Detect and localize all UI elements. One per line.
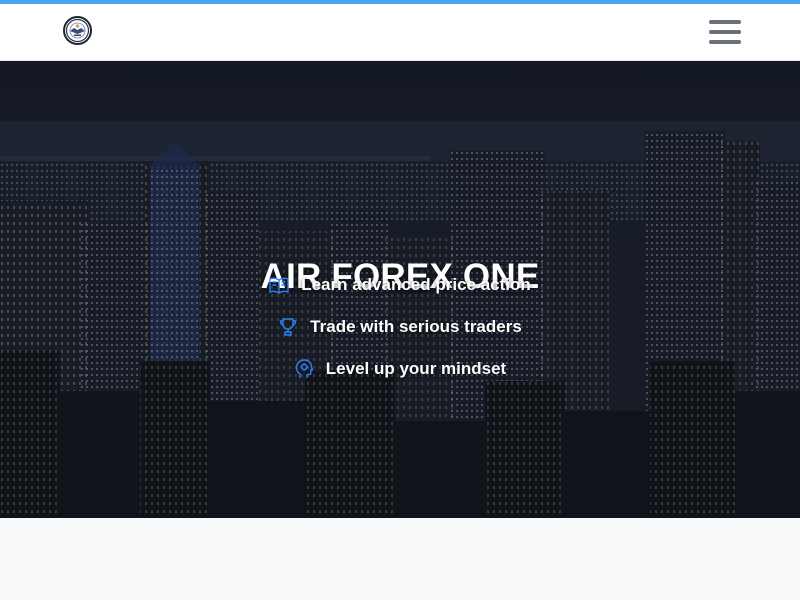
hamburger-menu-icon[interactable] [706,18,744,46]
book-icon [269,275,289,295]
feature-label: Trade with serious traders [310,317,522,336]
feature-item-serious-traders: Trade with serious traders [0,313,800,341]
feature-label: Level up your mindset [325,359,507,378]
brain-head-icon [294,359,314,379]
trophy-icon [278,317,298,337]
hero-section: AIR FOREX ONE Learn advanced price actio… [0,61,800,518]
content-section [0,518,800,600]
logo-emblem-icon[interactable] [63,16,92,45]
feature-item-mindset: Level up your mindset [0,355,800,383]
navbar [0,4,800,61]
feature-label: Learn advanced price action [301,275,531,294]
feature-item-price-action: Learn advanced price action [0,271,800,299]
